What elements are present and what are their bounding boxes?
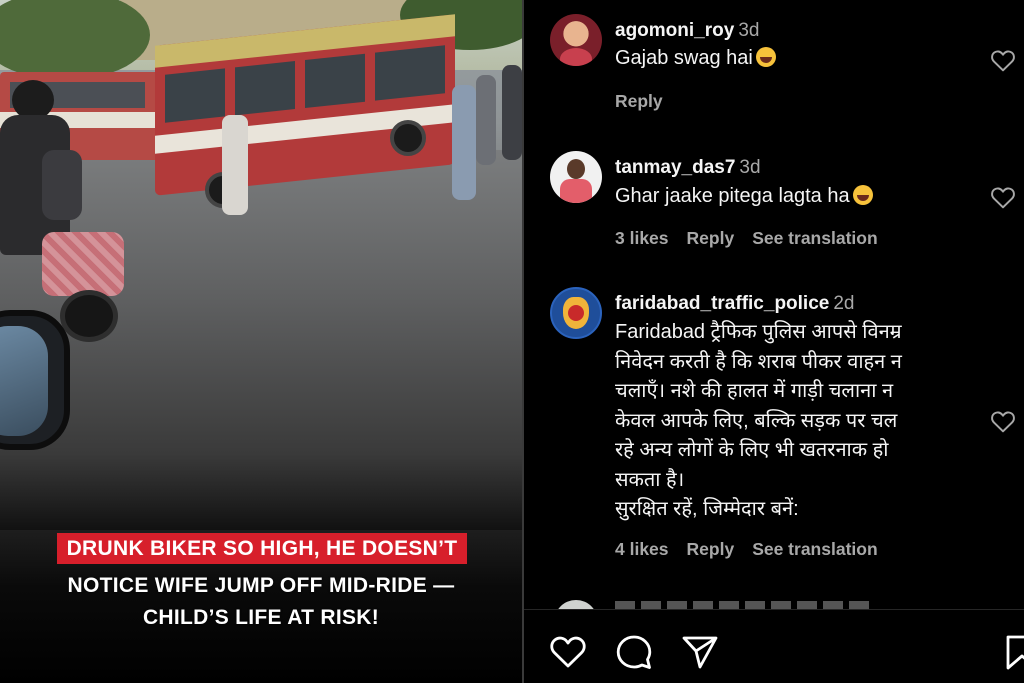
bookmark-icon[interactable] xyxy=(1002,632,1024,672)
grinning-squinting-face-icon xyxy=(755,47,776,67)
comments-panel[interactable]: agomoni_roy 3d Gajab swag hai Reply tanma… xyxy=(524,0,1024,683)
avatar[interactable] xyxy=(550,287,602,339)
pedestrian xyxy=(222,115,248,215)
comment-header: tanmay_das7 3d xyxy=(615,157,761,179)
child-passenger xyxy=(42,150,82,220)
like-comment-heart-icon[interactable] xyxy=(990,48,1016,72)
rider-helmet xyxy=(12,80,54,120)
pedestrian xyxy=(476,75,496,165)
share-icon[interactable] xyxy=(680,632,720,672)
comment-icon[interactable] xyxy=(614,632,654,672)
heart-icon[interactable] xyxy=(548,632,588,672)
see-translation-link[interactable]: See translation xyxy=(752,228,877,248)
avatar[interactable] xyxy=(550,14,602,66)
reply-button[interactable]: Reply xyxy=(687,539,735,559)
like-comment-heart-icon[interactable] xyxy=(990,185,1016,209)
comment-username[interactable]: tanmay_das7 xyxy=(615,157,735,178)
bag xyxy=(42,232,124,296)
video-player[interactable]: DRUNK BIKER SO HIGH, HE DOESN’T NOTICE W… xyxy=(0,0,522,683)
pedestrian xyxy=(452,85,476,200)
comment-time: 2d xyxy=(833,293,855,314)
side-mirror xyxy=(0,310,70,450)
comment-meta: 3 likes Reply See translation xyxy=(615,228,896,249)
comment-text: Ghar jaake pitega lagta ha xyxy=(615,182,975,212)
comment-time: 3d xyxy=(738,20,760,41)
grinning-squinting-face-icon xyxy=(852,185,873,205)
comment-header-partial xyxy=(615,601,875,609)
comment-username[interactable]: faridabad_traffic_police xyxy=(615,293,829,314)
comment-header: faridabad_traffic_police 2d xyxy=(615,293,854,315)
pedestrian xyxy=(502,65,522,160)
comment-text: Faridabad ट्रैफिक पुलिस आपसे विनम्र निवे… xyxy=(615,321,902,520)
comment-header: agomoni_roy 3d xyxy=(615,20,759,42)
caption-line: NOTICE WIFE JUMP OFF MID-RIDE — xyxy=(67,574,455,597)
bus-main xyxy=(155,14,455,196)
caption-headline: DRUNK BIKER SO HIGH, HE DOESN’T xyxy=(56,533,468,564)
likes-count[interactable]: 3 likes xyxy=(615,228,669,248)
see-translation-link[interactable]: See translation xyxy=(752,539,877,559)
comment-meta: Reply xyxy=(615,91,681,112)
comment-meta: 4 likes Reply See translation xyxy=(615,539,896,560)
caption-line: CHILD’S LIFE AT RISK! xyxy=(142,606,380,629)
avatar[interactable] xyxy=(550,151,602,203)
video-caption: DRUNK BIKER SO HIGH, HE DOESN’T NOTICE W… xyxy=(0,533,522,630)
motorbike-wheel xyxy=(60,290,118,342)
comment-username[interactable]: agomoni_roy xyxy=(615,20,734,41)
likes-count[interactable]: 4 likes xyxy=(615,539,669,559)
comment-time: 3d xyxy=(739,157,761,178)
comment-text: Gajab swag hai xyxy=(615,44,975,74)
reply-button[interactable]: Reply xyxy=(687,228,735,248)
reply-button[interactable]: Reply xyxy=(615,91,663,111)
bus-wheel xyxy=(390,120,426,156)
post-action-bar xyxy=(524,609,1024,683)
like-comment-heart-icon[interactable] xyxy=(990,409,1016,433)
